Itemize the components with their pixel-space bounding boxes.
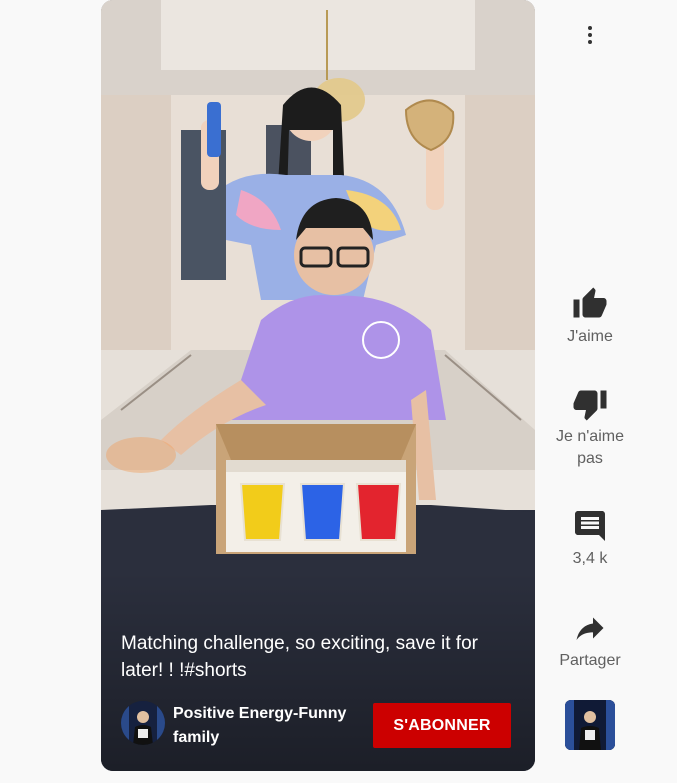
more-vert-icon xyxy=(588,26,592,30)
shorts-player[interactable]: Matching challenge, so exciting, save it… xyxy=(101,0,535,771)
channel-row: Positive Energy-Funny family S'ABONNER xyxy=(121,700,515,748)
subscribe-button[interactable]: S'ABONNER xyxy=(373,703,511,748)
comment-icon xyxy=(575,511,605,541)
video-title[interactable]: Matching challenge, so exciting, save it… xyxy=(121,630,511,684)
comments-count: 3,4 k xyxy=(572,550,608,567)
thumbnail-image xyxy=(565,700,615,750)
dislike-label: Je n'aime pas xyxy=(556,428,624,467)
share-button[interactable]: Partager xyxy=(545,610,635,672)
like-label: J'aime xyxy=(567,328,613,345)
sound-thumbnail[interactable] xyxy=(565,700,615,750)
thumb-down-icon xyxy=(573,390,607,421)
thumb-up-icon xyxy=(573,287,607,318)
channel-avatar[interactable] xyxy=(121,701,165,745)
share-label: Partager xyxy=(559,652,621,669)
avatar-image xyxy=(121,701,165,745)
channel-name[interactable]: Positive Energy-Funny family xyxy=(173,702,363,750)
more-options-button[interactable] xyxy=(577,22,603,48)
comments-button[interactable]: 3,4 k xyxy=(545,508,635,570)
share-icon xyxy=(576,617,604,640)
like-button[interactable]: J'aime xyxy=(545,286,635,348)
dislike-button[interactable]: Je n'aime pas xyxy=(545,386,635,470)
